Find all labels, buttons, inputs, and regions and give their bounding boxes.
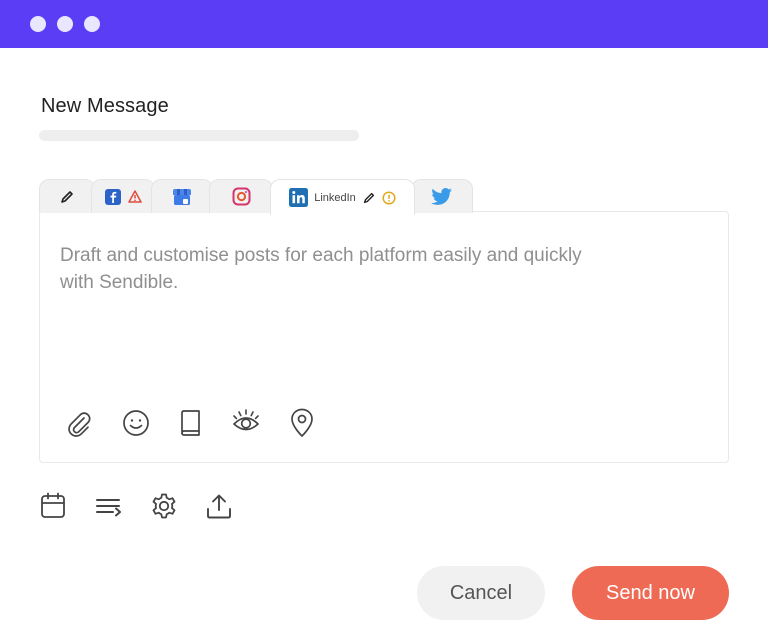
instagram-icon [232,187,250,206]
window-titlebar [0,0,768,48]
warning-triangle-icon [128,190,142,203]
calendar-icon[interactable] [40,492,66,520]
editor-placeholder: Draft and customise posts for each platf… [60,245,582,293]
info-circle-icon [382,190,396,205]
queue-icon[interactable] [95,494,123,520]
gear-icon[interactable] [150,492,178,520]
eye-icon[interactable] [231,408,261,436]
window-dot-maximize[interactable] [84,16,100,32]
pencil-icon[interactable] [362,191,376,205]
tab-google-business[interactable] [151,179,213,213]
tab-linkedin[interactable]: LinkedIn [270,179,415,215]
facebook-icon [105,188,121,205]
message-editor[interactable]: Draft and customise posts for each platf… [39,211,729,463]
twitter-icon [431,187,452,205]
upload-icon[interactable] [205,492,233,520]
page-title: New Message [41,95,169,117]
tab-linkedin-label: LinkedIn [314,191,356,204]
title-skeleton-bar [39,130,359,141]
cancel-button[interactable]: Cancel [417,566,545,620]
send-now-button[interactable]: Send now [572,566,729,620]
tab-instagram[interactable] [209,179,273,213]
emoji-icon[interactable] [122,409,150,437]
google-business-icon [173,188,191,205]
paperclip-icon[interactable] [66,409,92,437]
tab-facebook[interactable] [91,179,155,213]
tab-all[interactable] [39,179,95,213]
linkedin-icon [289,188,309,207]
window-dot-close[interactable] [30,16,46,32]
window-dot-minimize[interactable] [57,16,73,32]
pencil-icon [61,190,73,203]
tab-twitter[interactable] [411,179,473,213]
location-pin-icon[interactable] [289,408,315,438]
book-icon[interactable] [178,409,204,437]
